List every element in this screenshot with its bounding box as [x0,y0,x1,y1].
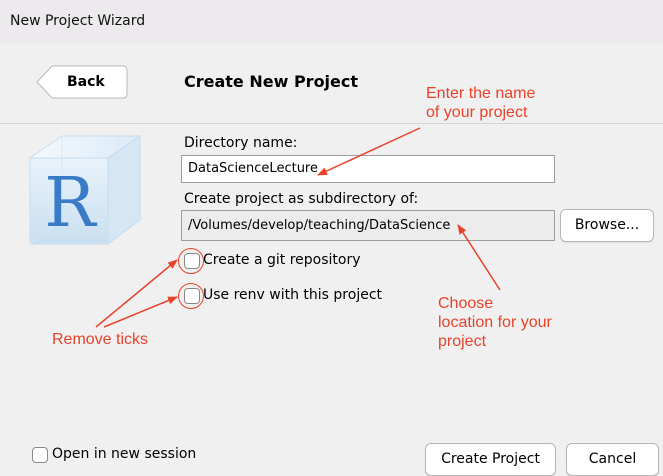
location-hint-annotation: Choose location for your project [438,294,552,351]
annotation-arrows [95,127,501,328]
name-hint-annotation: Enter the name of your project [426,84,535,122]
name-hint-arrow [317,127,421,176]
new-session-checkbox[interactable] [32,447,48,463]
location-hint-line: project [438,333,487,350]
name-hint-line: of your project [426,104,528,121]
location-hint-arrow [457,224,501,291]
name-hint-line: Enter the name [426,85,536,102]
location-hint-line: Choose [438,295,494,312]
ticks-hint-annotation: Remove ticks [52,331,149,348]
new-session-label: Open in new session [52,446,197,462]
cancel-button[interactable]: Cancel [566,443,659,476]
create-project-button[interactable]: Create Project [425,443,556,476]
location-hint-line: location for your [438,314,552,331]
ticks-hint-arrow-git [95,259,178,328]
